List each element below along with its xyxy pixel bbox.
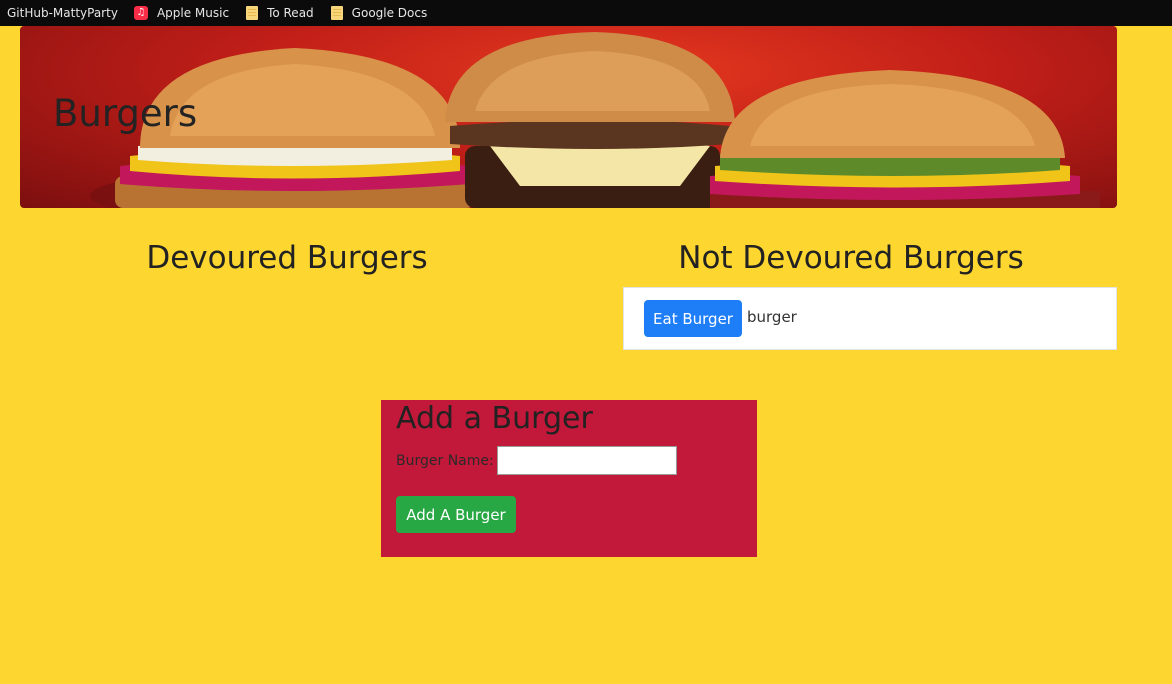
bookmark-github[interactable]: GitHub-MattyParty — [7, 0, 118, 26]
folder-icon — [330, 6, 343, 20]
bookmark-label: Google Docs — [351, 6, 428, 20]
jumbotron-banner: Burgers — [20, 26, 1117, 208]
devoured-heading: Devoured Burgers — [146, 240, 428, 276]
bookmark-label: GitHub-MattyParty — [7, 6, 118, 20]
list-item: Eat Burger burger — [644, 300, 797, 337]
add-burger-title: Add a Burger — [396, 401, 593, 436]
bookmark-apple-music[interactable]: ♫ Apple Music — [133, 0, 230, 26]
bookmark-to-read[interactable]: To Read — [246, 0, 314, 26]
burger-name: burger — [747, 307, 797, 326]
bookmark-label: Apple Music — [156, 6, 230, 20]
apple-music-icon: ♫ — [133, 6, 148, 20]
page-title: Burgers — [53, 92, 198, 135]
add-burger-button[interactable]: Add A Burger — [396, 496, 516, 533]
burger-name-label: Burger Name: — [396, 452, 494, 469]
bookmarks-bar: GitHub-MattyParty ♫ Apple Music To Read … — [0, 0, 1172, 26]
add-burger-form: Add a Burger Burger Name: Add A Burger — [381, 400, 757, 557]
bookmark-google-docs[interactable]: Google Docs — [330, 0, 428, 26]
folder-icon — [246, 6, 259, 20]
not-devoured-list: Eat Burger burger — [623, 287, 1117, 350]
burger-name-input[interactable] — [496, 446, 677, 475]
bookmark-label: To Read — [267, 6, 314, 20]
not-devoured-heading: Not Devoured Burgers — [678, 240, 1024, 276]
burger-name-row: Burger Name: — [396, 446, 677, 475]
eat-burger-button[interactable]: Eat Burger — [644, 300, 742, 337]
